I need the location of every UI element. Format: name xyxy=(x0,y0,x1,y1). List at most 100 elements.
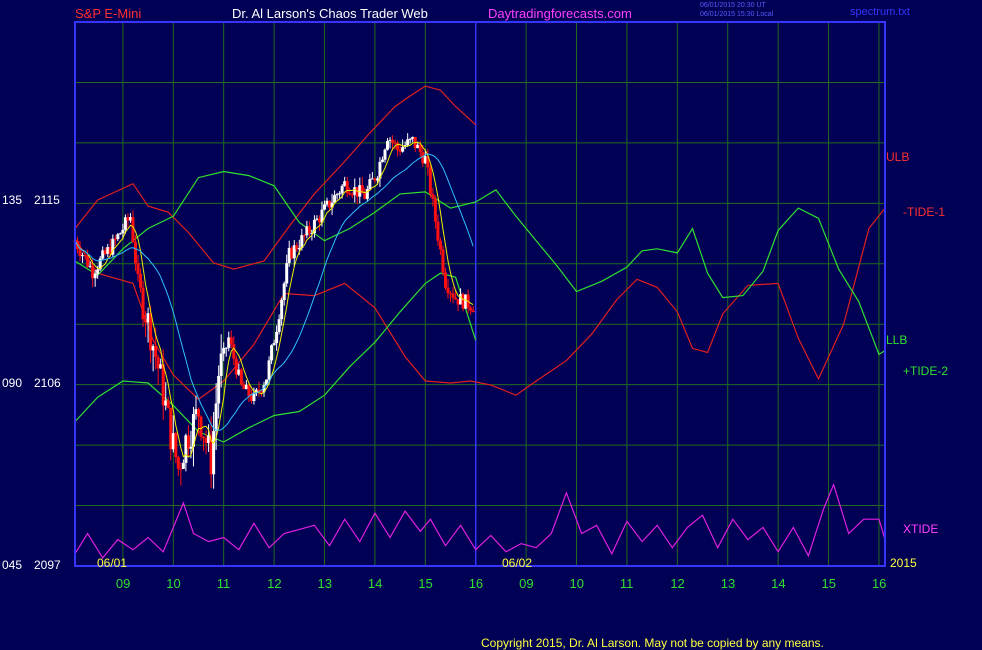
x-tick-label: 15 xyxy=(418,576,433,591)
price-bar-body-41 xyxy=(176,457,180,469)
xtide-line xyxy=(74,482,886,559)
price-bar-body-105 xyxy=(338,193,342,195)
price-bar-body-82 xyxy=(280,300,284,320)
date-label-day1: 06/01 xyxy=(97,556,128,570)
price-bar-body-51 xyxy=(202,436,206,439)
price-bar-body-49 xyxy=(196,409,200,417)
price-bar-body-30 xyxy=(149,313,153,351)
price-bar-body-58 xyxy=(219,353,223,376)
price-bar-body-123 xyxy=(383,149,387,160)
price-bar-body-55 xyxy=(212,431,216,475)
price-bar-body-83 xyxy=(282,283,286,301)
price-bar-body-116 xyxy=(365,189,369,199)
price-bar-body-130 xyxy=(401,147,405,152)
price-bar-body-9 xyxy=(96,269,100,274)
timestamp-utc: 06/01/2015 20:30 UT xyxy=(700,2,766,9)
site-link[interactable]: Daytradingforecasts.com xyxy=(488,7,632,20)
x-tick-label: 11 xyxy=(619,576,634,591)
chart-canvas xyxy=(73,21,886,567)
price-bar-body-27 xyxy=(141,287,145,320)
price-bar-body-81 xyxy=(277,319,281,332)
price-bar-body-18 xyxy=(118,233,122,235)
price-bar-body-79 xyxy=(272,343,276,346)
price-bar-body-37 xyxy=(166,400,170,408)
grid xyxy=(75,22,885,566)
price-bar-body-45 xyxy=(186,435,190,449)
price-bar-body-60 xyxy=(224,347,228,349)
y-price-tick-2106: 2106 xyxy=(34,376,61,390)
series-line-3 xyxy=(74,272,477,443)
price-bar-body-26 xyxy=(139,274,143,288)
price-bar-body-78 xyxy=(270,345,274,361)
price-bar-body-62 xyxy=(229,337,233,345)
x-tick-label: 15 xyxy=(821,576,837,591)
legend-tide1: -TIDE-1 xyxy=(903,205,945,219)
price-bar-body-66 xyxy=(239,369,243,385)
price-bar-body-77 xyxy=(267,360,271,380)
price-bar-body-126 xyxy=(391,139,395,143)
price-bar-body-133 xyxy=(408,138,412,140)
price-bar-body-42 xyxy=(179,468,183,470)
price-bar-body-109 xyxy=(348,193,352,195)
price-bar-body-8 xyxy=(93,273,97,279)
price-bar-body-142 xyxy=(431,194,435,199)
data-file-label: spectrum.txt xyxy=(850,6,910,18)
plot-frame xyxy=(74,21,886,567)
y-price-tick-2115: 2115 xyxy=(34,193,60,207)
x-tick-label: 10 xyxy=(569,576,584,591)
price-bar-body-50 xyxy=(199,416,203,437)
price-bar-body-147 xyxy=(443,272,447,288)
x-tick-label: 16 xyxy=(871,576,887,591)
x-tick-label: 13 xyxy=(317,576,332,591)
legend-tide2: +TIDE-2 xyxy=(903,364,949,378)
x-tick-label: 16 xyxy=(468,576,484,591)
price-bar-body-63 xyxy=(232,344,236,359)
legend-xtide: XTIDE xyxy=(903,522,939,536)
price-bar-body-56 xyxy=(214,403,218,432)
x-tick-label: 09 xyxy=(115,576,131,591)
x-tick-label: 13 xyxy=(720,576,736,591)
price-bar-body-46 xyxy=(189,446,193,449)
x-tick-label: 12 xyxy=(267,576,282,591)
x-tick-label: 14 xyxy=(367,576,383,591)
legend-ulb: ULB xyxy=(886,150,910,164)
price-bar-body-57 xyxy=(217,375,221,404)
price-bar-body-132 xyxy=(406,139,410,146)
x-tick-label: 11 xyxy=(216,576,231,591)
date-label-day2: 06/02 xyxy=(502,556,533,570)
price-bar-body-2 xyxy=(78,249,82,256)
price-bar-body-99 xyxy=(323,204,327,210)
copyright-footer: Copyright 2015, Dr. Al Larson. May not b… xyxy=(481,636,824,650)
price-bar-body-122 xyxy=(380,159,384,162)
series-line-1 xyxy=(74,207,886,401)
price-bar-body-148 xyxy=(446,287,450,294)
x-tick-label: 09 xyxy=(519,576,534,591)
y-price-tick-2097: 2097 xyxy=(34,558,61,572)
price-bar-body-24 xyxy=(133,242,137,264)
price-bar-body-40 xyxy=(174,433,178,458)
y-osc-tick-090: 090 xyxy=(2,376,23,390)
plot-border xyxy=(74,21,886,567)
x-tick-label: 14 xyxy=(771,576,786,591)
year-label: 2015 xyxy=(890,556,917,570)
chart-window: S&P E-Mini Dr. Al Larson's Chaos Trader … xyxy=(0,0,982,650)
chart-title: Dr. Al Larson's Chaos Trader Web xyxy=(232,6,428,21)
price-bar-body-93 xyxy=(307,226,311,234)
price-bar-body-143 xyxy=(433,198,437,222)
y-osc-tick-045: 045 xyxy=(2,558,23,572)
series-layer xyxy=(74,85,886,559)
price-bar-body-157 xyxy=(469,307,473,311)
price-bar-body-84 xyxy=(285,263,289,284)
price-bar-body-5 xyxy=(86,255,90,267)
price-bar-body-19 xyxy=(121,229,125,234)
price-bar-body-144 xyxy=(436,221,440,241)
price-bar-body-106 xyxy=(340,185,344,194)
price-bar-body-43 xyxy=(181,462,185,469)
legend-llb: LLB xyxy=(886,333,908,347)
price-bar-body-141 xyxy=(428,167,432,195)
price-bar-body-158 xyxy=(471,310,475,313)
symbol-label: S&P E-Mini xyxy=(75,6,142,21)
x-tick-label: 12 xyxy=(670,576,685,591)
price-bar-body-150 xyxy=(451,293,455,298)
price-bar-body-103 xyxy=(333,195,337,203)
